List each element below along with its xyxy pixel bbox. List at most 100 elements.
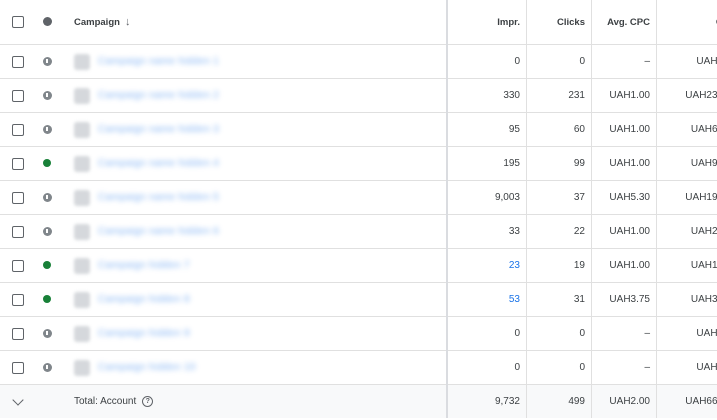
campaign-thumbnail (74, 291, 90, 308)
row-checkbox[interactable] (12, 361, 24, 374)
clicks-cell: 0 (526, 350, 592, 385)
campaign-name-link[interactable]: Campaign name hidden 3 (98, 124, 219, 135)
campaign-name-link[interactable]: Campaign hidden 10 (98, 362, 196, 373)
enabled-status-icon[interactable] (43, 295, 51, 304)
cost-header[interactable]: Cost (656, 0, 717, 45)
campaign-name-link[interactable]: Campaign name hidden 5 (98, 192, 219, 203)
row-checkbox[interactable] (12, 89, 24, 102)
row-select-cell (0, 78, 36, 113)
campaign-name-link[interactable]: Campaign hidden 9 (98, 328, 190, 339)
row-select-cell (0, 112, 36, 147)
table-row: Campaign hidden 1000–UAH0.00 (0, 350, 717, 385)
clicks-cell: 0 (526, 44, 592, 79)
total-impr: 9,732 (446, 384, 527, 418)
total-avg-cpc: UAH2.00 (591, 384, 657, 418)
row-status-cell (36, 180, 58, 215)
help-icon[interactable]: ? (142, 395, 154, 407)
paused-status-icon[interactable] (42, 56, 52, 66)
avg-cpc-cell: UAH1.00 (591, 146, 657, 181)
enabled-status-icon[interactable] (43, 261, 51, 270)
clicks-cell: 22 (526, 214, 592, 249)
avg-cpc-cell: – (591, 316, 657, 351)
clicks-cell: 0 (526, 316, 592, 351)
chevron-down-icon[interactable] (12, 394, 24, 406)
cost-cell: UAH0.00 (656, 316, 717, 351)
campaign-name-cell: Campaign name hidden 6 (58, 214, 447, 249)
total-label: Total: Account (74, 395, 137, 407)
row-status-cell (36, 44, 58, 79)
campaign-name-cell: Campaign name hidden 1 (58, 44, 447, 79)
status-header-cell[interactable] (36, 0, 58, 45)
row-status-cell (36, 78, 58, 113)
paused-status-icon[interactable] (42, 362, 52, 372)
table-row: Campaign name hidden 4 19599UAH1.00UAH99.… (0, 146, 717, 181)
campaign-name-link[interactable]: Campaign name hidden 1 (98, 56, 219, 67)
clicks-header[interactable]: Clicks (526, 0, 592, 45)
paused-status-icon[interactable] (42, 124, 52, 134)
status-dot-icon (42, 17, 52, 27)
paused-status-icon[interactable] (42, 328, 52, 338)
avg-cpc-cell: UAH1.00 (591, 248, 657, 283)
impr-cell: 0 (446, 350, 527, 385)
total-cost: UAH660.72 (656, 384, 717, 418)
row-status-cell (36, 248, 58, 283)
row-status-cell (36, 282, 58, 317)
campaign-name-link[interactable]: Campaign name hidden 6 (98, 226, 219, 237)
total-clicks: 499 (526, 384, 592, 418)
row-status-cell (36, 350, 58, 385)
impr-cell: 330 (446, 78, 527, 113)
table-body: Campaign name hidden 100–UAH0.00Campaign… (0, 44, 717, 385)
campaign-header[interactable]: Campaign ↓ (58, 0, 447, 45)
enabled-status-icon[interactable] (43, 159, 51, 168)
row-checkbox[interactable] (12, 327, 24, 340)
campaign-name-link[interactable]: Campaign hidden 7 (98, 260, 190, 271)
impr-cell[interactable]: 23 (446, 248, 527, 283)
cost-cell: UAH60.00 (656, 112, 717, 147)
clicks-cell: 31 (526, 282, 592, 317)
cost-cell: UAH33.73 (656, 282, 717, 317)
table-row: Campaign name hidden 2 330 231 UAH1.00 UAH23… (0, 78, 717, 113)
clicks-cell: 19 (526, 248, 592, 283)
impr-cell[interactable]: 53 (446, 282, 527, 317)
campaign-name-link[interactable]: Campaign name hidden 4 (98, 158, 219, 169)
campaign-name-link[interactable]: Campaign hidden 8 (98, 294, 190, 305)
expand-cell (0, 384, 36, 418)
impr-header[interactable]: Impr. (446, 0, 527, 45)
avg-cpc-cell: UAH3.75 (591, 282, 657, 317)
cost-cell: UAH99.00 (656, 146, 717, 181)
avg-cpc-cell: – (591, 350, 657, 385)
select-all-checkbox[interactable] (12, 16, 24, 28)
paused-status-icon[interactable] (42, 90, 52, 100)
cost-cell: UAH0.00 (656, 350, 717, 385)
impr-cell: 0 (446, 316, 527, 351)
row-checkbox[interactable] (12, 157, 24, 170)
avg-cpc-cell: UAH1.00 (591, 78, 657, 113)
row-checkbox[interactable] (12, 293, 24, 306)
clicks-cell: 60 (526, 112, 592, 147)
campaigns-table: Campaign ↓ Impr. Clicks Avg. CPC Cost Cam… (0, 0, 717, 418)
campaign-thumbnail (74, 325, 90, 342)
row-select-cell (0, 180, 36, 215)
campaign-thumbnail (74, 121, 90, 138)
paused-status-icon[interactable] (42, 226, 52, 236)
row-checkbox[interactable] (12, 225, 24, 238)
campaign-header-label: Campaign (74, 17, 120, 28)
row-checkbox[interactable] (12, 191, 24, 204)
paused-status-icon[interactable] (42, 192, 52, 202)
total-row: Total: Account? 9,732 499 UAH2.00 UAH660… (0, 384, 717, 418)
table-row: Campaign name hidden 3 9560UAH1.00UAH60.0… (0, 112, 717, 147)
cost-cell: UAH19.00 (656, 248, 717, 283)
campaign-name-cell: Campaign hidden 8 (58, 282, 447, 317)
row-status-cell (36, 214, 58, 249)
campaign-name-cell: Campaign name hidden 3 (58, 112, 447, 147)
row-checkbox[interactable] (12, 55, 24, 68)
row-checkbox[interactable] (12, 123, 24, 136)
avg-cpc-header[interactable]: Avg. CPC (591, 0, 657, 45)
campaign-thumbnail (74, 189, 90, 206)
campaign-thumbnail (74, 359, 90, 376)
cost-cell: UAH22.00 (656, 214, 717, 249)
campaign-name-link[interactable]: Campaign name hidden 2 (98, 90, 219, 101)
sort-arrow-down-icon[interactable]: ↓ (125, 16, 131, 28)
row-checkbox[interactable] (12, 259, 24, 272)
row-select-cell (0, 214, 36, 249)
